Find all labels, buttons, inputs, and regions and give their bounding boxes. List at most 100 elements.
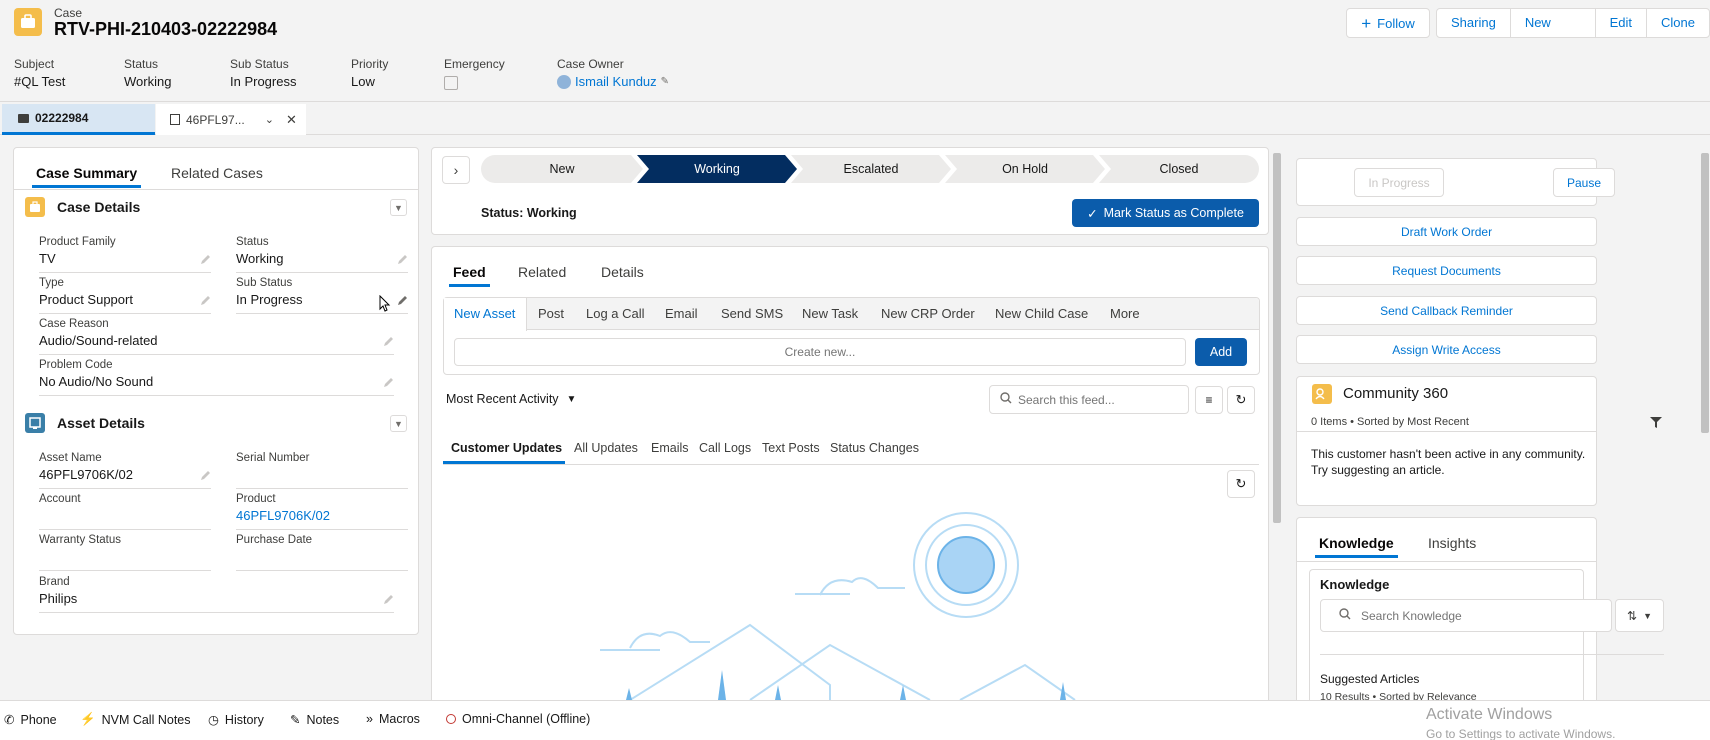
utility-omni-channel[interactable]: Omni-Channel (Offline) [446, 712, 590, 726]
field-product: Product 46PFL9706K/02 [236, 493, 408, 530]
change-owner-icon[interactable]: ✎ [661, 76, 669, 87]
knowledge-search-box[interactable] [1320, 599, 1612, 632]
pause-button[interactable]: Pause [1553, 168, 1615, 197]
case-details-collapse-button[interactable]: ▼ [390, 199, 407, 216]
search-icon [1339, 608, 1351, 623]
feed-refresh-icon[interactable]: ↻ [1227, 386, 1255, 414]
follow-button[interactable]: + Follow [1346, 8, 1430, 38]
filter-all-updates[interactable]: All Updates [574, 441, 638, 455]
tab-feed[interactable]: Feed [449, 264, 490, 287]
community-meta: 0 Items • Sorted by Most Recent [1311, 416, 1469, 428]
request-documents-button[interactable]: Request Documents [1296, 256, 1597, 285]
publisher-tab-new-task[interactable]: New Task [802, 306, 858, 321]
path-step-closed[interactable]: Closed [1099, 155, 1259, 183]
field-account: Account [39, 493, 211, 530]
new-note-button[interactable]: New Note [1509, 9, 1595, 37]
tab-knowledge[interactable]: Knowledge [1315, 535, 1398, 558]
case-owner-link[interactable]: Ismail Kunduz [575, 74, 657, 89]
sharing-button[interactable]: Sharing [1437, 9, 1510, 37]
case-details-icon [25, 197, 45, 217]
chevron-down-icon[interactable]: ⌄ [265, 113, 274, 126]
feed-sort-dropdown[interactable]: Most Recent Activity ▼ [446, 392, 576, 406]
publisher-tab-new-asset[interactable]: New Asset [454, 306, 515, 321]
edit-button[interactable]: Edit [1594, 9, 1646, 37]
feed-filter-icon[interactable]: ≡ [1195, 386, 1223, 414]
highlight-emergency: Emergency [444, 57, 505, 90]
filter-call-logs[interactable]: Call Logs [699, 441, 751, 455]
edit-pencil-icon[interactable] [383, 593, 394, 608]
tab-related-cases[interactable]: Related Cases [171, 165, 263, 181]
edit-pencil-icon[interactable] [397, 253, 408, 268]
caret-down-icon: ▼ [1643, 610, 1652, 621]
community-title: Community 360 [1343, 385, 1449, 402]
feed-search-input[interactable] [1018, 392, 1178, 407]
knowledge-sort-button[interactable]: ⇅ ▼ [1615, 599, 1664, 632]
highlight-case-owner: Case Owner Ismail Kunduz ✎ [557, 57, 670, 89]
filter-status-changes[interactable]: Status Changes [830, 441, 919, 455]
emergency-checkbox[interactable] [444, 76, 458, 90]
edit-pencil-icon[interactable] [200, 469, 211, 484]
utility-notes[interactable]: ✎ Notes [290, 712, 339, 728]
publisher-tab-email[interactable]: Email [665, 306, 698, 321]
case-details-heading: Case Details [57, 199, 141, 215]
edit-pencil-icon[interactable] [383, 376, 394, 391]
add-button[interactable]: Add [1195, 338, 1247, 366]
empty-feed-illustration-icon [600, 510, 1100, 703]
filter-customer-updates[interactable]: Customer Updates [451, 441, 562, 455]
center-scrollbar[interactable] [1272, 147, 1282, 700]
refresh-icon[interactable]: ↻ [1227, 470, 1255, 498]
send-callback-reminder-button[interactable]: Send Callback Reminder [1296, 296, 1597, 325]
mark-status-complete-button[interactable]: ✓ Mark Status as Complete [1072, 199, 1259, 227]
product-link[interactable]: 46PFL9706K/02 [236, 508, 408, 525]
publisher-tab-new-crp-order[interactable]: New CRP Order [881, 306, 975, 321]
record-title: RTV-PHI-210403-02222984 [54, 19, 278, 39]
tab-case-summary[interactable]: Case Summary [31, 165, 142, 188]
utility-phone[interactable]: ✆ Phone [4, 712, 57, 728]
field-product-family: Product Family TV [39, 236, 211, 273]
tab-insights[interactable]: Insights [1428, 535, 1476, 551]
right-scrollbar[interactable] [1700, 147, 1710, 700]
knowledge-search-input[interactable] [1361, 608, 1601, 623]
field-status: Status Working [236, 236, 408, 273]
publisher-tab-log-a-call[interactable]: Log a Call [586, 306, 645, 321]
path-step-working[interactable]: Working [637, 155, 797, 183]
utility-history[interactable]: ◷ History [208, 712, 264, 728]
filter-funnel-icon[interactable] [1650, 416, 1662, 431]
publisher-tab-more[interactable]: More [1110, 306, 1140, 321]
center-scrollbar-thumb[interactable] [1273, 153, 1281, 523]
edit-pencil-icon[interactable] [200, 253, 211, 268]
draft-work-order-button[interactable]: Draft Work Order [1296, 217, 1597, 246]
case-icon [14, 8, 42, 36]
edit-pencil-icon[interactable] [397, 294, 408, 309]
feed-search-box[interactable] [989, 385, 1189, 414]
subtab-asset[interactable]: 46PFL97... ⌄ ✕ [156, 104, 306, 135]
publisher-tab-new-child-case[interactable]: New Child Case [995, 306, 1088, 321]
tab-related[interactable]: Related [518, 264, 566, 280]
asset-details-collapse-button[interactable]: ▼ [390, 415, 407, 432]
utility-macros[interactable]: » Macros [366, 712, 420, 726]
publisher-tab-send-sms[interactable]: Send SMS [721, 306, 783, 321]
path-step-on-hold[interactable]: On Hold [945, 155, 1105, 183]
path-toggle-button[interactable]: › [442, 156, 470, 184]
edit-pencil-icon[interactable] [383, 335, 394, 350]
tab-details[interactable]: Details [601, 264, 644, 280]
knowledge-divider [1320, 654, 1664, 655]
close-icon[interactable]: ✕ [286, 112, 297, 128]
in-progress-button[interactable]: In Progress [1354, 168, 1444, 197]
object-type-label: Case [54, 6, 83, 20]
publisher-tab-post[interactable]: Post [538, 306, 564, 321]
create-new-input[interactable] [454, 338, 1186, 366]
subtab-case[interactable]: 02222984 [2, 104, 155, 135]
community-divider [1297, 431, 1596, 432]
path-step-new[interactable]: New [481, 155, 643, 183]
filter-text-posts[interactable]: Text Posts [762, 441, 820, 455]
assign-write-access-button[interactable]: Assign Write Access [1296, 335, 1597, 364]
notes-icon: ✎ [290, 713, 301, 727]
clone-button[interactable]: Clone [1646, 9, 1709, 37]
filter-emails[interactable]: Emails [651, 441, 689, 455]
path-step-escalated[interactable]: Escalated [791, 155, 951, 183]
edit-pencil-icon[interactable] [200, 294, 211, 309]
utility-nvm-call-notes[interactable]: ⚡ NVM Call Notes [80, 712, 191, 727]
right-scrollbar-thumb[interactable] [1701, 153, 1709, 433]
field-type: Type Product Support [39, 277, 211, 314]
